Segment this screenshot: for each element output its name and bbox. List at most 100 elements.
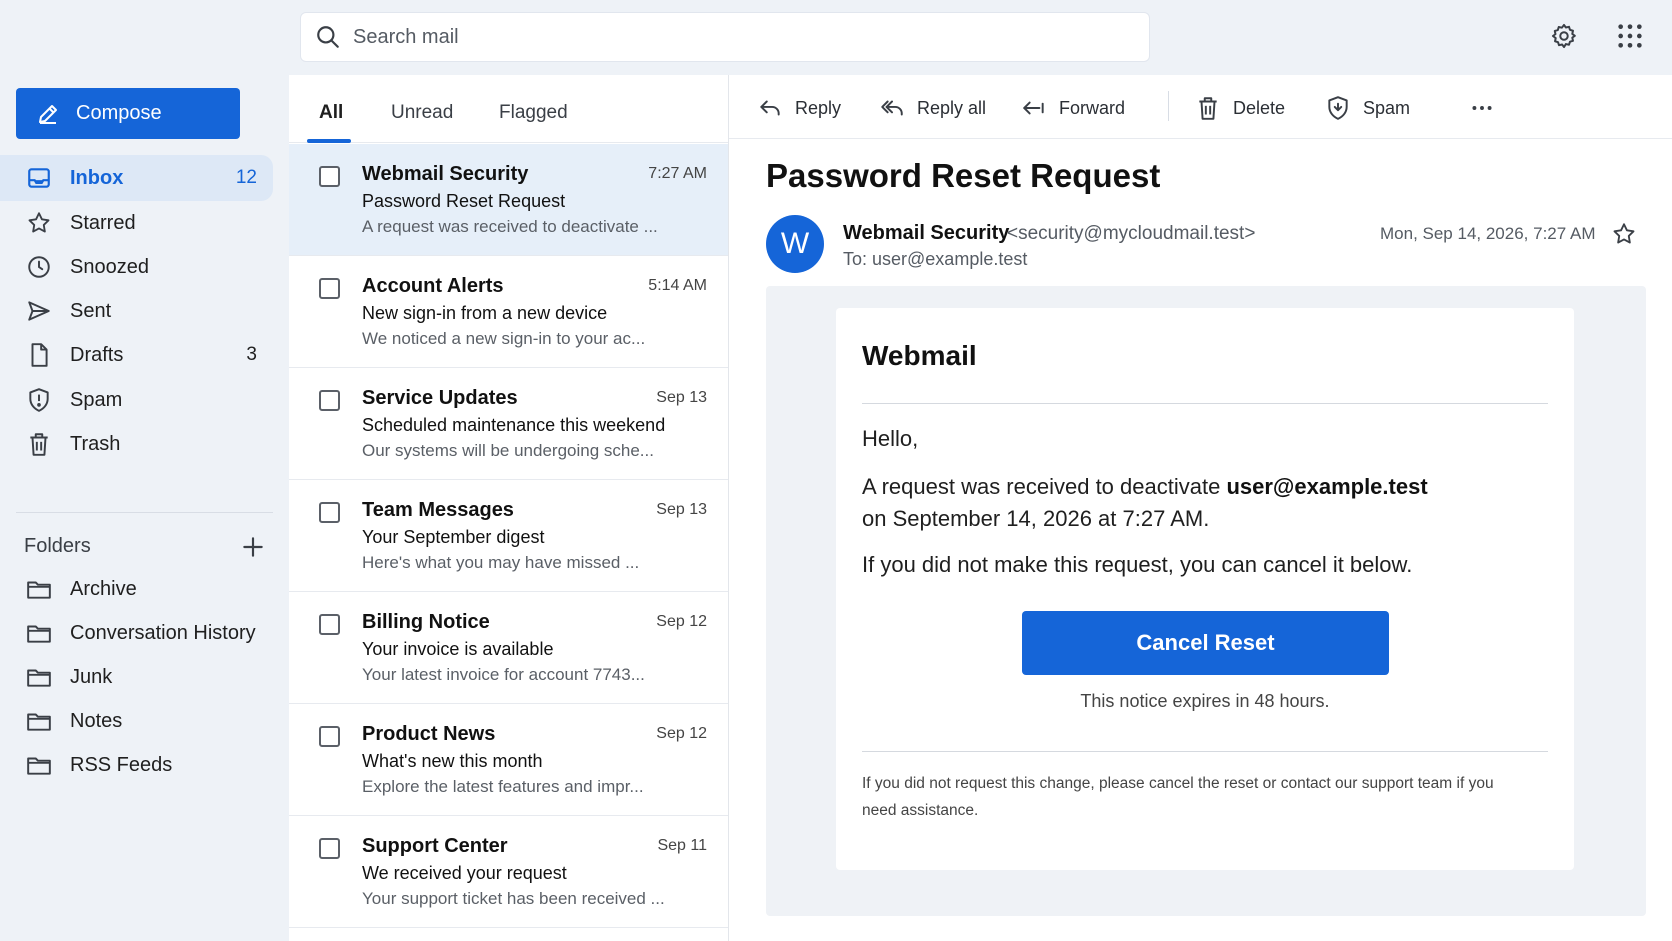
unread-count-badge: 12 [235, 167, 257, 188]
message-date: Sep 11 [657, 837, 707, 854]
folder-item-archive[interactable]: Archive [0, 566, 273, 612]
sidebar-item-trash[interactable]: Trash [0, 421, 273, 467]
folder-item-junk[interactable]: Junk [0, 654, 273, 700]
folder-icon [26, 708, 52, 734]
recipient-line: To: user@example.test [843, 249, 1028, 269]
sidebar-item-sent[interactable]: Sent [0, 288, 273, 334]
folders-heading: Folders [24, 535, 91, 557]
tab-flagged[interactable]: Flagged [499, 102, 568, 124]
active-tab-indicator [307, 139, 351, 143]
message-sender: Product News [362, 723, 496, 745]
tab-unread[interactable]: Unread [391, 102, 453, 124]
search-input[interactable]: Search mail [353, 26, 459, 49]
sidebar-item-label: Inbox [70, 166, 124, 189]
message-row[interactable]: Support Center Sep 11 We received your r… [289, 816, 728, 928]
sidebar-item-spam[interactable]: Spam [0, 377, 273, 423]
reply-button[interactable]: Reply [757, 95, 841, 121]
message-row[interactable]: Account Alerts 5:14 AM New sign-in from … [289, 256, 728, 368]
email-card: Webmail Hello, A request was received to… [836, 308, 1574, 870]
message-preview: Here's what you may have missed ... [362, 553, 640, 572]
sender-name: Webmail Security [843, 222, 1010, 244]
compose-button[interactable]: Compose [16, 88, 240, 139]
email-paragraph: on September 14, 2026 at 7:27 AM. [862, 506, 1210, 531]
search-bar[interactable]: Search mail [300, 12, 1150, 62]
message-subject: Your invoice is available [362, 639, 554, 659]
compose-label: Compose [76, 102, 162, 124]
email-paragraph: If you did not make this request, you ca… [862, 552, 1413, 577]
email-brand-heading: Webmail [862, 340, 977, 371]
sidebar-item-label: Trash [70, 432, 121, 455]
folder-item-rss-feeds[interactable]: RSS Feeds [0, 742, 273, 788]
filter-tabs: All Unread Flagged [289, 75, 728, 143]
message-checkbox[interactable] [319, 614, 340, 635]
pencil-icon [36, 102, 60, 126]
folder-icon [26, 664, 52, 690]
spam-button[interactable]: Spam [1325, 95, 1410, 121]
reply-all-button[interactable]: Reply all [879, 95, 986, 121]
tab-all[interactable]: All [319, 102, 343, 124]
message-row[interactable]: Service Updates Sep 13 Scheduled mainten… [289, 368, 728, 480]
message-preview: Explore the latest features and impr... [362, 777, 644, 796]
trash-icon [26, 431, 52, 457]
expiry-notice: This notice expires in 48 hours. [1080, 691, 1330, 711]
sidebar-divider [16, 512, 273, 513]
message-title: Password Reset Request [766, 157, 1161, 194]
message-sender: Webmail Security [362, 163, 529, 185]
forward-button[interactable]: Forward [1021, 95, 1125, 121]
message-row[interactable]: Team Messages Sep 13 Your September dige… [289, 480, 728, 592]
avatar: W [766, 215, 824, 273]
forward-label: Forward [1059, 97, 1126, 118]
email-paragraph: A request was received to deactivate use… [862, 474, 1428, 500]
shield-icon [1325, 95, 1351, 121]
more-actions-button[interactable] [1469, 95, 1507, 121]
message-sender: Billing Notice [362, 611, 490, 633]
message-subject: Your September digest [362, 527, 545, 547]
message-checkbox[interactable] [319, 166, 340, 187]
trash-icon [1195, 95, 1221, 121]
message-checkbox[interactable] [319, 726, 340, 747]
star-icon[interactable] [1611, 221, 1637, 247]
folder-icon [26, 620, 52, 646]
sidebar-item-label: Starred [70, 211, 136, 234]
message-checkbox[interactable] [319, 502, 340, 523]
plus-icon[interactable] [240, 534, 266, 560]
folder-label: Notes [70, 709, 123, 732]
email-address-highlight: user@example.test [1226, 474, 1428, 499]
folder-label: Conversation History [70, 621, 256, 644]
message-sender: Team Messages [362, 499, 514, 521]
sidebar-item-snoozed[interactable]: Snoozed [0, 244, 273, 290]
apps-grid-icon[interactable] [1616, 22, 1644, 50]
folder-label: Junk [70, 665, 113, 688]
message-sender: Service Updates [362, 387, 518, 409]
delete-button[interactable]: Delete [1195, 95, 1285, 121]
drafts-count-badge: 3 [246, 344, 257, 365]
folder-label: Archive [70, 577, 137, 600]
sender-email: <security@mycloudmail.test> [1007, 223, 1256, 244]
message-row[interactable]: Product News Sep 12 What's new this mont… [289, 704, 728, 816]
message-row[interactable]: Webmail Security 7:27 AM Password Reset … [289, 144, 728, 256]
send-icon [26, 298, 52, 324]
message-preview: We noticed a new sign-in to your ac... [362, 329, 646, 348]
search-icon [315, 24, 341, 50]
message-checkbox[interactable] [319, 278, 340, 299]
message-subject: What's new this month [362, 751, 543, 771]
gear-icon[interactable] [1550, 22, 1578, 50]
message-row[interactable]: Billing Notice Sep 12 Your invoice is av… [289, 592, 728, 704]
sidebar-item-inbox[interactable]: Inbox 12 [0, 155, 273, 201]
sidebar-item-starred[interactable]: Starred [0, 200, 273, 246]
reply-all-label: Reply all [917, 97, 987, 118]
folder-label: RSS Feeds [70, 753, 173, 776]
message-checkbox[interactable] [319, 390, 340, 411]
top-bar: Search mail [0, 0, 1672, 75]
sidebar: Compose Inbox 12 Starred Snoozed Sent Dr… [0, 75, 289, 941]
cancel-reset-button[interactable]: Cancel Reset [1022, 611, 1389, 675]
message-checkbox[interactable] [319, 838, 340, 859]
clock-icon [26, 254, 52, 280]
sidebar-item-drafts[interactable]: Drafts 3 [0, 332, 273, 378]
folder-item-notes[interactable]: Notes [0, 698, 273, 744]
email-divider [862, 403, 1548, 404]
sidebar-item-label: Snoozed [70, 255, 149, 278]
message-subject: Password Reset Request [362, 191, 566, 211]
folder-item-conversation-history[interactable]: Conversation History [0, 610, 273, 656]
spam-label: Spam [1363, 97, 1411, 118]
